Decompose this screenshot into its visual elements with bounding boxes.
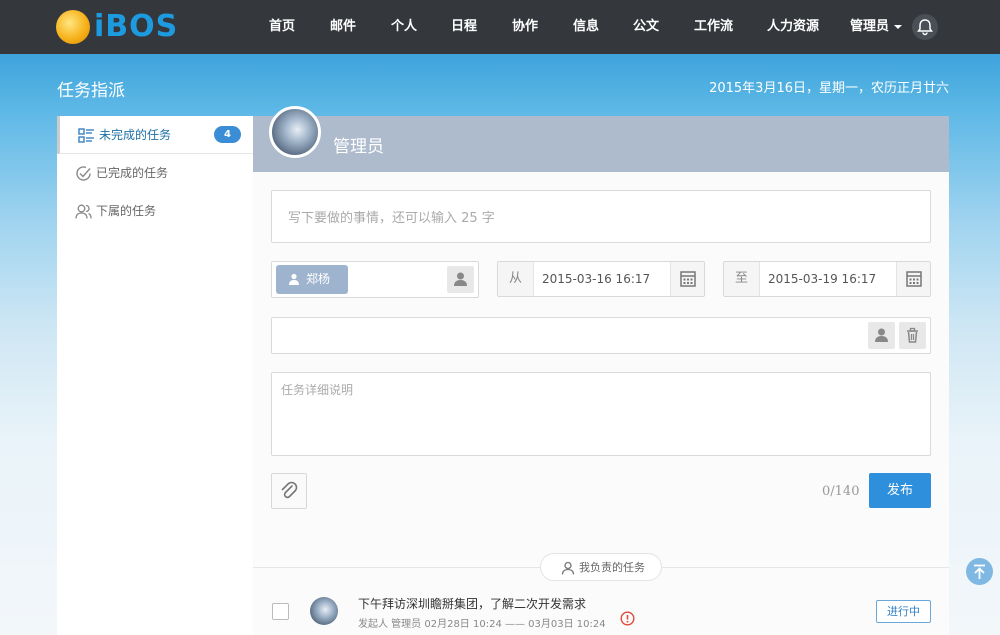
end-date-field[interactable]: 至 2015-03-19 16:17 (723, 261, 931, 297)
composer-header: 管理员 (253, 106, 949, 172)
sidebar-item-subordinates[interactable]: 下属的任务 (57, 192, 253, 230)
sidebar-item-incomplete[interactable]: 未完成的任务 4 (57, 116, 253, 154)
nav-admin-label: 管理员 (850, 19, 890, 34)
nav-document[interactable]: 公文 (633, 0, 659, 54)
person-icon (289, 273, 299, 285)
task-meta: 发起人 管理员 02月28日 10:24 —— 03月03日 10:24 (358, 619, 606, 630)
nav-collaboration[interactable]: 协作 (512, 0, 538, 54)
end-calendar-button[interactable] (896, 262, 930, 296)
trash-icon (907, 327, 918, 343)
detail-placeholder: 任务详细说明 (281, 383, 354, 397)
back-to-top-button[interactable] (966, 558, 993, 585)
page-title: 任务指派 (57, 81, 125, 101)
task-detail-textarea[interactable]: 任务详细说明 (271, 372, 931, 456)
attach-button[interactable] (271, 473, 307, 509)
nav-mail[interactable]: 邮件 (330, 0, 356, 54)
nav-home[interactable]: 首页 (269, 0, 295, 54)
start-calendar-button[interactable] (670, 262, 704, 296)
notification-button[interactable] (912, 14, 938, 40)
task-input-placeholder: 写下要做的事情，还可以输入 25 字 (288, 211, 495, 226)
nav-workflow[interactable]: 工作流 (694, 0, 733, 54)
sidebar-item-label: 已完成的任务 (96, 166, 169, 180)
to-label: 至 (724, 262, 760, 296)
nav-personal[interactable]: 个人 (391, 0, 417, 54)
select-assignee-button[interactable] (447, 266, 474, 293)
add-participant-button[interactable] (868, 322, 895, 349)
ibos-logo[interactable]: iBOS (56, 8, 186, 46)
task-checkbox[interactable] (272, 603, 289, 620)
my-tasks-section-label[interactable]: 我负责的任务 (540, 553, 662, 581)
person-icon (454, 272, 467, 286)
char-counter: 0/140 (822, 484, 860, 499)
arrow-up-icon (974, 564, 985, 579)
user-icon (561, 561, 575, 575)
section-label-text: 我负责的任务 (579, 561, 645, 574)
count-badge: 4 (214, 126, 241, 143)
sidebar-item-label: 下属的任务 (96, 204, 157, 218)
sidebar: 未完成的任务 4 已完成的任务 下属的任务 (57, 116, 253, 635)
user-avatar (269, 106, 321, 158)
task-status-button[interactable]: 进行中 (876, 600, 931, 623)
assignee-chip[interactable]: 郑杨 (276, 265, 348, 294)
users-icon (75, 204, 92, 219)
calendar-icon (680, 271, 696, 287)
task-list-icon (78, 128, 94, 143)
from-label: 从 (498, 262, 534, 296)
nav-message[interactable]: 信息 (573, 0, 599, 54)
top-navbar: iBOS 首页 邮件 个人 日程 协作 信息 公文 工作流 人力资源 管理员 (0, 0, 1000, 54)
task-avatar (310, 597, 338, 625)
user-name: 管理员 (333, 137, 384, 157)
start-date-field[interactable]: 从 2015-03-16 16:17 (497, 261, 705, 297)
assignee-name: 郑杨 (306, 272, 331, 286)
sidebar-item-label: 未完成的任务 (99, 128, 172, 142)
nav-calendar[interactable]: 日程 (451, 0, 477, 54)
logo-bulb-icon (56, 10, 90, 44)
assignee-field[interactable]: 郑杨 (271, 261, 479, 298)
logo-text: iBOS (94, 9, 179, 44)
warning-icon (620, 611, 635, 626)
clear-participants-button[interactable] (899, 322, 926, 349)
task-title-input[interactable]: 写下要做的事情，还可以输入 25 字 (271, 190, 931, 243)
paperclip-icon (281, 481, 298, 499)
person-icon (875, 328, 888, 342)
participants-field[interactable] (271, 317, 931, 354)
nav-hr[interactable]: 人力资源 (767, 0, 819, 54)
bell-icon (917, 19, 933, 36)
caret-down-icon (893, 24, 902, 29)
publish-button[interactable]: 发布 (869, 473, 931, 508)
task-panel: 管理员 写下要做的事情，还可以输入 25 字 郑杨 从 2015-03-16 1… (253, 106, 949, 635)
start-date-value: 2015-03-16 16:17 (542, 272, 651, 286)
date-display: 2015年3月16日，星期一，农历正月廿六 (709, 81, 949, 96)
sidebar-item-completed[interactable]: 已完成的任务 (57, 154, 253, 192)
task-title[interactable]: 下午拜访深圳瞻掰集团，了解二次开发需求 (358, 595, 586, 612)
end-date-value: 2015-03-19 16:17 (768, 272, 877, 286)
calendar-icon (906, 271, 922, 287)
check-circle-icon (76, 166, 91, 181)
nav-admin-menu[interactable]: 管理员 (850, 0, 902, 54)
